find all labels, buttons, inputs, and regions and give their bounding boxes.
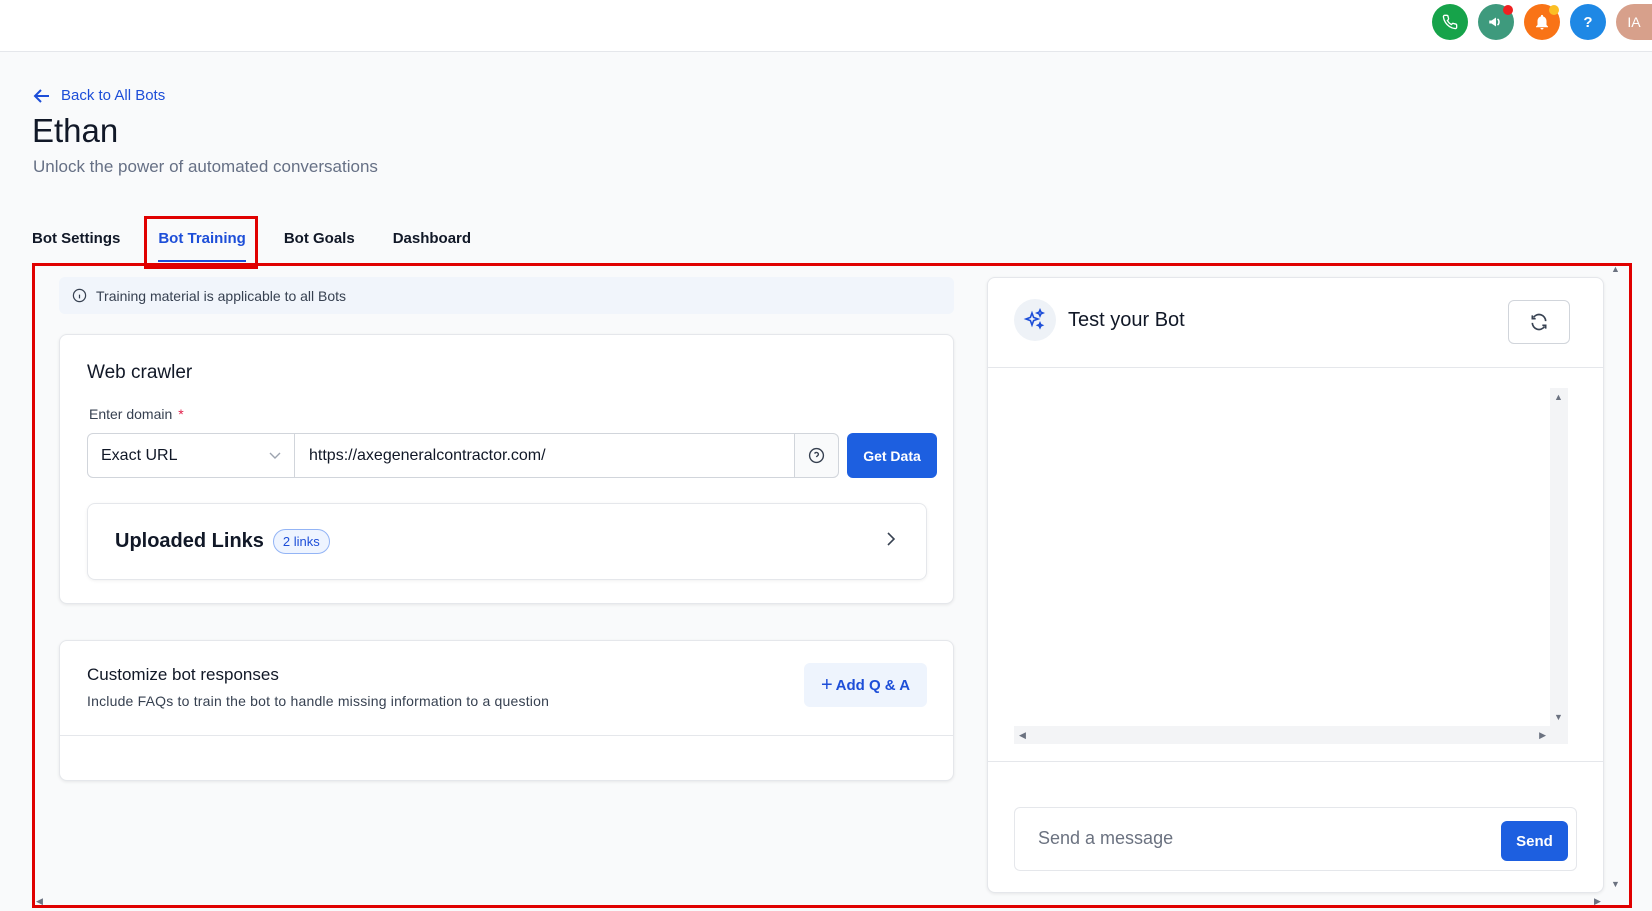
get-data-button[interactable]: Get Data bbox=[847, 433, 937, 478]
customize-responses-card: Customize bot responses Include FAQs to … bbox=[59, 640, 954, 781]
info-icon bbox=[72, 288, 87, 303]
sparkle-icon-wrap bbox=[1014, 299, 1056, 341]
domain-url-value: https://axegeneralcontractor.com/ bbox=[309, 446, 546, 464]
notifications-button[interactable] bbox=[1524, 4, 1560, 40]
help-icon: ? bbox=[1583, 13, 1593, 31]
tab-bot-goals[interactable]: Bot Goals bbox=[284, 222, 355, 262]
add-qa-button[interactable]: + Add Q & A bbox=[804, 663, 927, 707]
faq-divider bbox=[60, 735, 953, 736]
domain-url-input[interactable]: https://axegeneralcontractor.com/ bbox=[295, 433, 795, 478]
url-help-button[interactable] bbox=[795, 433, 839, 478]
required-mark: * bbox=[178, 406, 184, 422]
chat-vertical-scrollbar[interactable]: ▲ ▼ bbox=[1550, 388, 1568, 726]
bot-tabs: Bot Settings Bot Training Bot Goals Dash… bbox=[32, 222, 509, 262]
back-to-all-bots-link[interactable]: Back to All Bots bbox=[33, 87, 165, 104]
announcements-button[interactable] bbox=[1478, 4, 1514, 40]
page-scroll-left-icon[interactable]: ◀ bbox=[36, 896, 43, 907]
chat-horizontal-scrollbar[interactable]: ◀ ▶ bbox=[1014, 726, 1568, 744]
uploaded-links-title: Uploaded Links bbox=[115, 530, 264, 552]
customize-responses-subtitle: Include FAQs to train the bot to handle … bbox=[87, 693, 550, 709]
chevron-right-icon bbox=[887, 532, 896, 546]
top-bar: ? IA bbox=[0, 0, 1652, 52]
chevron-down-icon bbox=[269, 452, 281, 459]
chat-scroll-container[interactable]: ▲ ▼ ◀ ▶ bbox=[1014, 388, 1568, 744]
crawl-mode-select[interactable]: Exact URL bbox=[87, 433, 295, 478]
uploaded-links-row[interactable]: Uploaded Links 2 links bbox=[87, 503, 927, 580]
notification-dot bbox=[1549, 5, 1559, 15]
tab-highlight-box bbox=[144, 216, 258, 269]
test-bot-panel: Test your Bot ▲ ▼ ◀ ▶ Send a message Sen… bbox=[987, 277, 1604, 893]
page-subtitle: Unlock the power of automated conversati… bbox=[33, 157, 378, 176]
domain-input-row: Exact URL https://axegeneralcontractor.c… bbox=[87, 433, 937, 478]
phone-button[interactable] bbox=[1432, 4, 1468, 40]
bell-icon bbox=[1536, 14, 1548, 30]
announcement-dot bbox=[1503, 5, 1513, 15]
scroll-right-arrow-icon[interactable]: ▶ bbox=[1539, 730, 1546, 741]
avatar-initials: IA bbox=[1627, 14, 1641, 30]
domain-label: Enter domain * bbox=[89, 406, 184, 422]
refresh-chat-button[interactable] bbox=[1508, 300, 1570, 344]
scroll-left-arrow-icon[interactable]: ◀ bbox=[1019, 730, 1026, 741]
tab-dashboard[interactable]: Dashboard bbox=[393, 222, 471, 262]
info-banner: Training material is applicable to all B… bbox=[59, 277, 954, 314]
tab-bot-settings[interactable]: Bot Settings bbox=[32, 222, 120, 262]
scroll-up-arrow-icon[interactable]: ▲ bbox=[1554, 392, 1563, 402]
domain-label-text: Enter domain bbox=[89, 406, 173, 422]
scroll-down-arrow-icon[interactable]: ▼ bbox=[1554, 712, 1563, 722]
question-circle-icon bbox=[808, 447, 825, 464]
web-crawler-title: Web crawler bbox=[87, 362, 193, 383]
page-scroll-right-icon[interactable]: ▶ bbox=[1594, 896, 1601, 907]
test-bot-header: Test your Bot bbox=[988, 278, 1603, 368]
message-input[interactable]: Send a message bbox=[1038, 828, 1173, 849]
test-bot-title: Test your Bot bbox=[1068, 309, 1185, 331]
links-count-badge: 2 links bbox=[272, 529, 330, 554]
help-button[interactable]: ? bbox=[1570, 4, 1606, 40]
chat-messages-area: ▲ ▼ ◀ ▶ bbox=[988, 368, 1603, 762]
web-crawler-card: Web crawler Enter domain * Exact URL http… bbox=[59, 334, 954, 604]
top-bar-icons: ? IA bbox=[1432, 4, 1652, 40]
refresh-icon bbox=[1531, 313, 1547, 331]
arrow-left-icon bbox=[33, 88, 49, 103]
page-title: Ethan bbox=[32, 112, 119, 149]
message-composer: Send a message Send bbox=[1014, 807, 1577, 871]
info-banner-text: Training material is applicable to all B… bbox=[96, 287, 347, 304]
megaphone-icon bbox=[1489, 17, 1500, 27]
crawl-mode-value: Exact URL bbox=[101, 446, 178, 464]
page-scroll-down-icon[interactable]: ▼ bbox=[1611, 879, 1620, 889]
back-link-label: Back to All Bots bbox=[61, 87, 166, 104]
phone-icon bbox=[1442, 14, 1458, 30]
send-button[interactable]: Send bbox=[1501, 821, 1568, 861]
plus-icon: + bbox=[820, 673, 833, 696]
sparkle-icon bbox=[1023, 308, 1046, 330]
add-qa-label: Add Q & A bbox=[835, 676, 911, 694]
customize-responses-title: Customize bot responses bbox=[87, 665, 279, 684]
page-scroll-up-icon[interactable]: ▲ bbox=[1611, 264, 1620, 274]
avatar[interactable]: IA bbox=[1616, 4, 1652, 40]
